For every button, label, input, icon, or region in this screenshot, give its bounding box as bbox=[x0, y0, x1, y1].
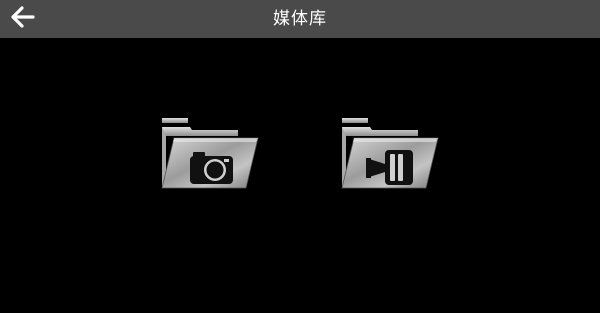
video-folder-icon bbox=[340, 118, 440, 194]
top-bar: 媒体库 bbox=[0, 0, 600, 38]
media-library-content bbox=[0, 38, 600, 313]
camera-icon bbox=[190, 152, 233, 184]
photo-folder-icon bbox=[160, 118, 260, 194]
photo-folder-button[interactable] bbox=[160, 118, 260, 194]
page-title: 媒体库 bbox=[273, 9, 327, 29]
video-folder-button[interactable] bbox=[340, 118, 440, 194]
